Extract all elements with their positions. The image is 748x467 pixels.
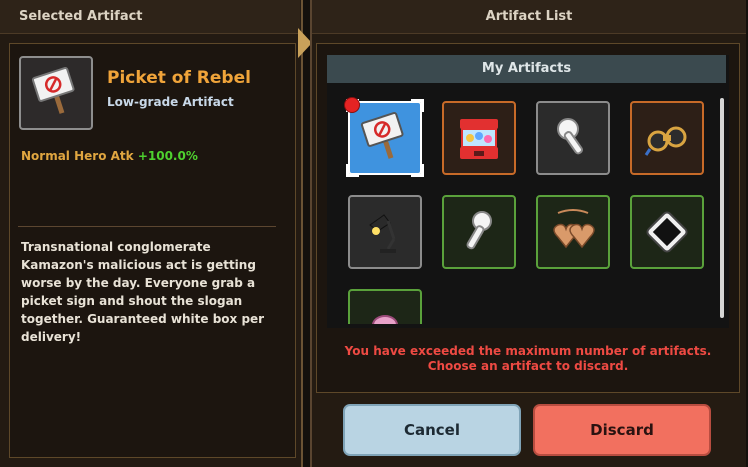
stat-label: Normal Hero Atk	[21, 149, 134, 163]
warning-line: You have exceeded the maximum number of …	[344, 344, 712, 358]
list-scrollbar[interactable]	[720, 98, 724, 318]
picket-sign-icon	[360, 111, 404, 159]
cancel-button[interactable]: Cancel	[343, 404, 521, 456]
discard-button[interactable]: Discard	[533, 404, 711, 456]
artifact-name: Picket of Rebel	[107, 68, 251, 88]
tablet-icon	[646, 211, 688, 253]
artifact-slot-selected[interactable]	[344, 97, 424, 177]
selection-corner	[411, 164, 424, 177]
artifact-grid[interactable]	[326, 84, 726, 324]
artifact-slot[interactable]	[536, 101, 610, 175]
picket-sign-icon	[31, 66, 75, 114]
selected-artifact-header: Selected Artifact	[0, 0, 300, 34]
earbud-icon	[557, 118, 583, 155]
artifact-slot[interactable]	[630, 195, 704, 269]
artifact-slot[interactable]	[630, 101, 704, 175]
pink-item-icon	[372, 315, 398, 324]
warning-message: You have exceeded the maximum number of …	[316, 344, 740, 374]
artifact-slot[interactable]	[442, 101, 516, 175]
selection-corner	[346, 164, 359, 177]
gacha-machine-icon	[460, 119, 498, 159]
artifact-description: Transnational conglomerate Kamazon's mal…	[21, 240, 265, 344]
binoculars-icon	[644, 126, 687, 156]
artifact-list-header: Artifact List	[312, 0, 746, 34]
my-artifacts-header: My Artifacts	[327, 55, 726, 83]
selected-artifact-icon-frame	[19, 56, 93, 130]
stat-value: +100.0%	[137, 149, 198, 163]
panel-title: Selected Artifact	[19, 9, 143, 24]
artifact-grade: Low-grade Artifact	[107, 95, 234, 109]
warning-line: Choose an artifact to discard.	[427, 359, 629, 373]
panel-title: Artifact List	[485, 9, 573, 24]
selection-corner	[411, 99, 424, 112]
artifact-slot[interactable]	[348, 195, 422, 269]
artifact-slot[interactable]	[442, 195, 516, 269]
divider	[18, 226, 276, 227]
desk-lamp-icon	[369, 214, 396, 253]
heart-locket-icon	[553, 209, 595, 249]
new-badge-dot	[344, 97, 360, 113]
artifact-stat: Normal Hero Atk +100.0%	[21, 149, 198, 163]
artifact-slot[interactable]	[536, 195, 610, 269]
earbud-icon	[466, 211, 492, 250]
artifact-slot[interactable]	[348, 289, 422, 324]
